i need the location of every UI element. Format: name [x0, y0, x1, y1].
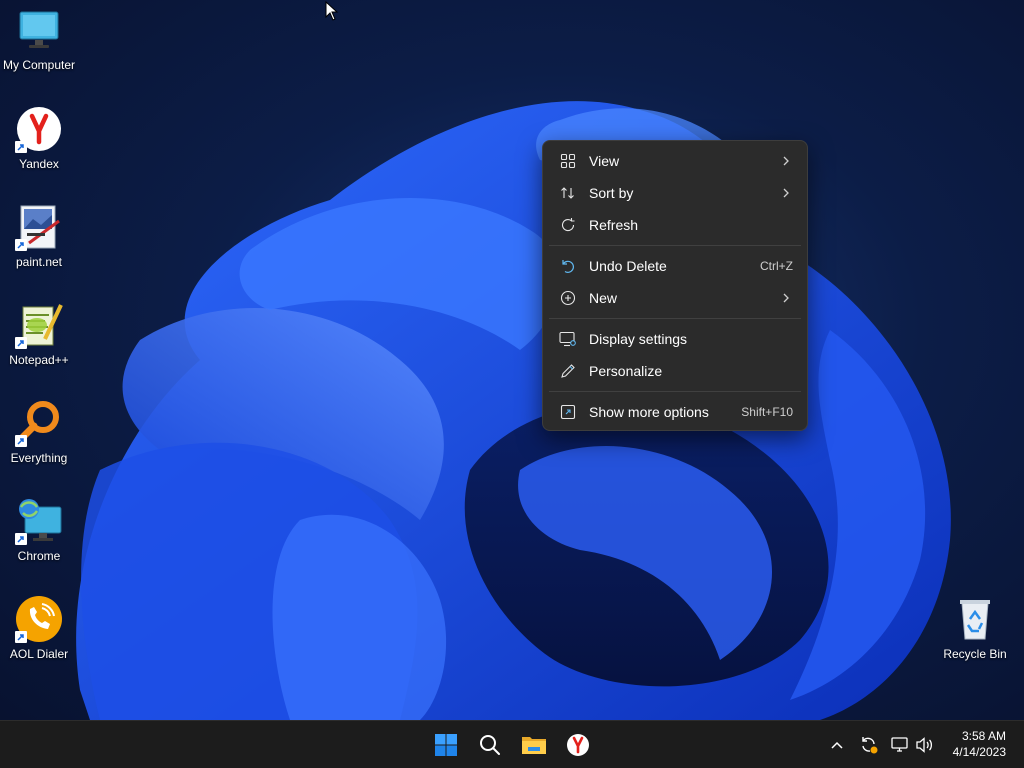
menu-item-label: New — [589, 290, 618, 306]
desktop-icon-label: Everything — [10, 451, 68, 465]
search-button[interactable] — [474, 729, 506, 761]
undo-icon — [559, 257, 577, 275]
clock-date: 4/14/2023 — [952, 745, 1006, 759]
search-icon — [480, 735, 500, 755]
monitor-icon — [15, 6, 63, 54]
shortcut-arrow-icon — [15, 435, 27, 447]
file-explorer-button[interactable] — [518, 729, 550, 761]
update-icon — [862, 737, 878, 754]
menu-item-label: Refresh — [589, 217, 639, 233]
yandex-browser-icon — [15, 105, 63, 153]
display-settings-icon — [559, 330, 577, 348]
shortcut-arrow-icon — [15, 533, 27, 545]
refresh-icon — [559, 216, 577, 234]
volume-icon — [916, 737, 933, 753]
desktop-icon-recycle-bin[interactable]: Recycle Bin — [936, 595, 1014, 662]
paint-net-icon — [15, 203, 63, 251]
desktop-context-menu: View Sort by Refresh Undo Delete Ctrl+Z — [542, 140, 808, 431]
desktop-icon-notepad-plus-plus[interactable]: Notepad++ — [0, 301, 78, 368]
chevron-right-icon — [781, 291, 791, 305]
view-grid-icon — [559, 152, 577, 170]
desktop-icon-label: My Computer — [2, 58, 76, 72]
taskbar: 3:58 AM 4/14/2023 — [0, 720, 1024, 768]
start-button[interactable] — [430, 729, 462, 761]
desktop-icon-label: Chrome — [17, 549, 61, 563]
volume-tray-button[interactable] — [915, 735, 935, 755]
desktop-icon-everything[interactable]: Everything — [0, 399, 78, 466]
shortcut-arrow-icon — [15, 337, 27, 349]
menu-item-label: Show more options — [589, 404, 709, 420]
chrome-shortcut-icon — [15, 497, 63, 545]
menu-item-label: Display settings — [589, 331, 688, 347]
desktop-icon-label: Yandex — [19, 157, 59, 171]
menu-item-label: Personalize — [589, 363, 663, 379]
mouse-cursor-icon — [325, 0, 339, 26]
folder-icon — [522, 737, 546, 754]
show-more-options-icon — [559, 403, 577, 421]
menu-item-label: Undo Delete — [589, 258, 667, 274]
update-tray-button[interactable] — [859, 735, 879, 755]
clock-time: 3:58 AM — [961, 729, 1006, 743]
menu-item-shortcut: Shift+F10 — [741, 405, 793, 419]
desktop-icon-paint-net[interactable]: paint.net — [0, 203, 78, 270]
chevron-right-icon — [781, 186, 791, 200]
chevron-right-icon — [781, 154, 791, 168]
yandex-taskbar-button[interactable] — [562, 729, 594, 761]
desktop-icon-aol-dialer[interactable]: AOL Dialer — [0, 595, 78, 662]
shortcut-arrow-icon — [15, 631, 27, 643]
menu-item-new[interactable]: New — [547, 282, 803, 314]
menu-item-refresh[interactable]: Refresh — [547, 209, 803, 241]
menu-item-shortcut: Ctrl+Z — [760, 259, 793, 273]
desktop-icon-label: AOL Dialer — [9, 647, 69, 661]
menu-separator — [549, 391, 801, 392]
menu-item-show-more-options[interactable]: Show more options Shift+F10 — [547, 396, 803, 428]
show-hidden-icons-button[interactable] — [827, 735, 847, 755]
new-plus-icon — [559, 289, 577, 307]
desktop-icon-my-computer[interactable]: My Computer — [0, 6, 78, 73]
desktop-icon-label: Notepad++ — [9, 353, 69, 367]
taskbar-clock[interactable]: 3:58 AM 4/14/2023 — [953, 728, 1006, 760]
sort-icon — [559, 184, 577, 202]
desktop-icon-chrome[interactable]: Chrome — [0, 497, 78, 564]
menu-item-display-settings[interactable]: Display settings — [547, 323, 803, 355]
desktop-icon-label: Recycle Bin — [943, 647, 1007, 661]
aol-dialer-icon — [15, 595, 63, 643]
everything-search-icon — [15, 399, 63, 447]
menu-separator — [549, 318, 801, 319]
notepad-plus-plus-icon — [15, 301, 63, 349]
network-icon — [891, 737, 908, 752]
windows-logo-icon — [435, 734, 457, 756]
menu-separator — [549, 245, 801, 246]
menu-item-label: Sort by — [589, 185, 634, 201]
yandex-browser-icon — [567, 734, 589, 756]
network-tray-button[interactable] — [890, 735, 910, 755]
menu-item-label: View — [589, 153, 620, 169]
menu-item-sort-by[interactable]: Sort by — [547, 177, 803, 209]
shortcut-arrow-icon — [15, 239, 27, 251]
menu-item-view[interactable]: View — [547, 145, 803, 177]
menu-item-personalize[interactable]: Personalize — [547, 355, 803, 387]
desktop-icon-yandex[interactable]: Yandex — [0, 105, 78, 172]
shortcut-arrow-icon — [15, 141, 27, 153]
desktop-icon-label: paint.net — [15, 255, 63, 269]
menu-item-undo-delete[interactable]: Undo Delete Ctrl+Z — [547, 250, 803, 282]
pen-icon — [559, 362, 577, 380]
chevron-up-icon — [831, 741, 843, 749]
recycle-bin-icon — [951, 595, 999, 643]
desktop-wallpaper — [0, 0, 1024, 720]
